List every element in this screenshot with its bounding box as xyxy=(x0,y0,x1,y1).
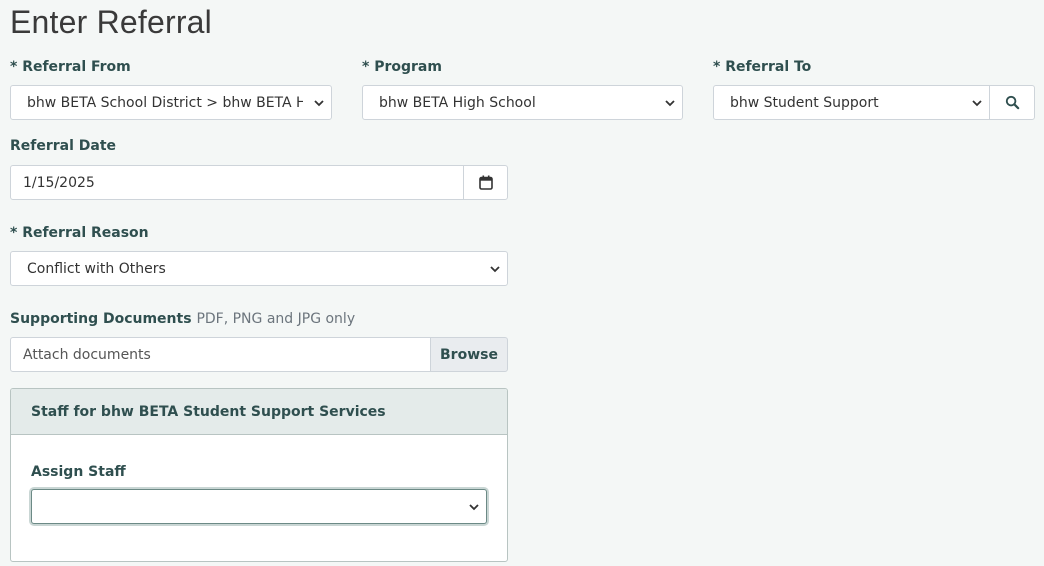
supporting-documents-title: Supporting Documents xyxy=(10,311,192,327)
browse-button[interactable]: Browse xyxy=(430,337,508,372)
chevron-down-icon xyxy=(665,99,675,106)
supporting-documents-hint: PDF, PNG and JPG only xyxy=(196,311,356,327)
chevron-down-icon xyxy=(314,99,324,106)
referral-to-search-button[interactable] xyxy=(989,85,1035,120)
staff-panel: Staff for bhw BETA Student Support Servi… xyxy=(10,388,508,562)
referral-reason-select[interactable]: Conflict with Others xyxy=(10,251,508,286)
page-title: Enter Referral xyxy=(10,4,212,40)
referral-date-value: 1/15/2025 xyxy=(23,174,95,191)
referral-from-label: * Referral From xyxy=(10,59,131,75)
chevron-down-icon xyxy=(972,99,982,106)
supporting-documents-label: Supporting Documents PDF, PNG and JPG on… xyxy=(10,311,355,327)
assign-staff-select[interactable] xyxy=(31,489,487,524)
referral-to-value: bhw Student Support xyxy=(730,94,879,111)
referral-date-input[interactable]: 1/15/2025 xyxy=(10,165,464,200)
referral-reason-label: * Referral Reason xyxy=(10,225,149,241)
program-select[interactable]: bhw BETA High School xyxy=(362,85,683,120)
program-label: * Program xyxy=(362,59,442,75)
chevron-down-icon xyxy=(469,503,479,510)
referral-to-select[interactable]: bhw Student Support xyxy=(713,85,990,120)
calendar-icon xyxy=(478,175,493,190)
referral-reason-value: Conflict with Others xyxy=(27,260,166,277)
calendar-button[interactable] xyxy=(463,165,508,200)
search-icon xyxy=(1005,95,1019,110)
program-value: bhw BETA High School xyxy=(379,94,536,111)
chevron-down-icon xyxy=(490,265,500,272)
referral-date-label: Referral Date xyxy=(10,138,117,154)
referral-from-select[interactable]: bhw BETA School District > bhw BETA High… xyxy=(10,85,332,120)
assign-staff-label: Assign Staff xyxy=(31,464,126,480)
attach-documents-input[interactable]: Attach documents xyxy=(10,337,431,372)
attach-documents-placeholder: Attach documents xyxy=(23,346,151,363)
staff-panel-title: Staff for bhw BETA Student Support Servi… xyxy=(11,389,507,435)
referral-to-label: * Referral To xyxy=(713,59,812,75)
referral-from-value: bhw BETA School District > bhw BETA High… xyxy=(27,94,303,111)
